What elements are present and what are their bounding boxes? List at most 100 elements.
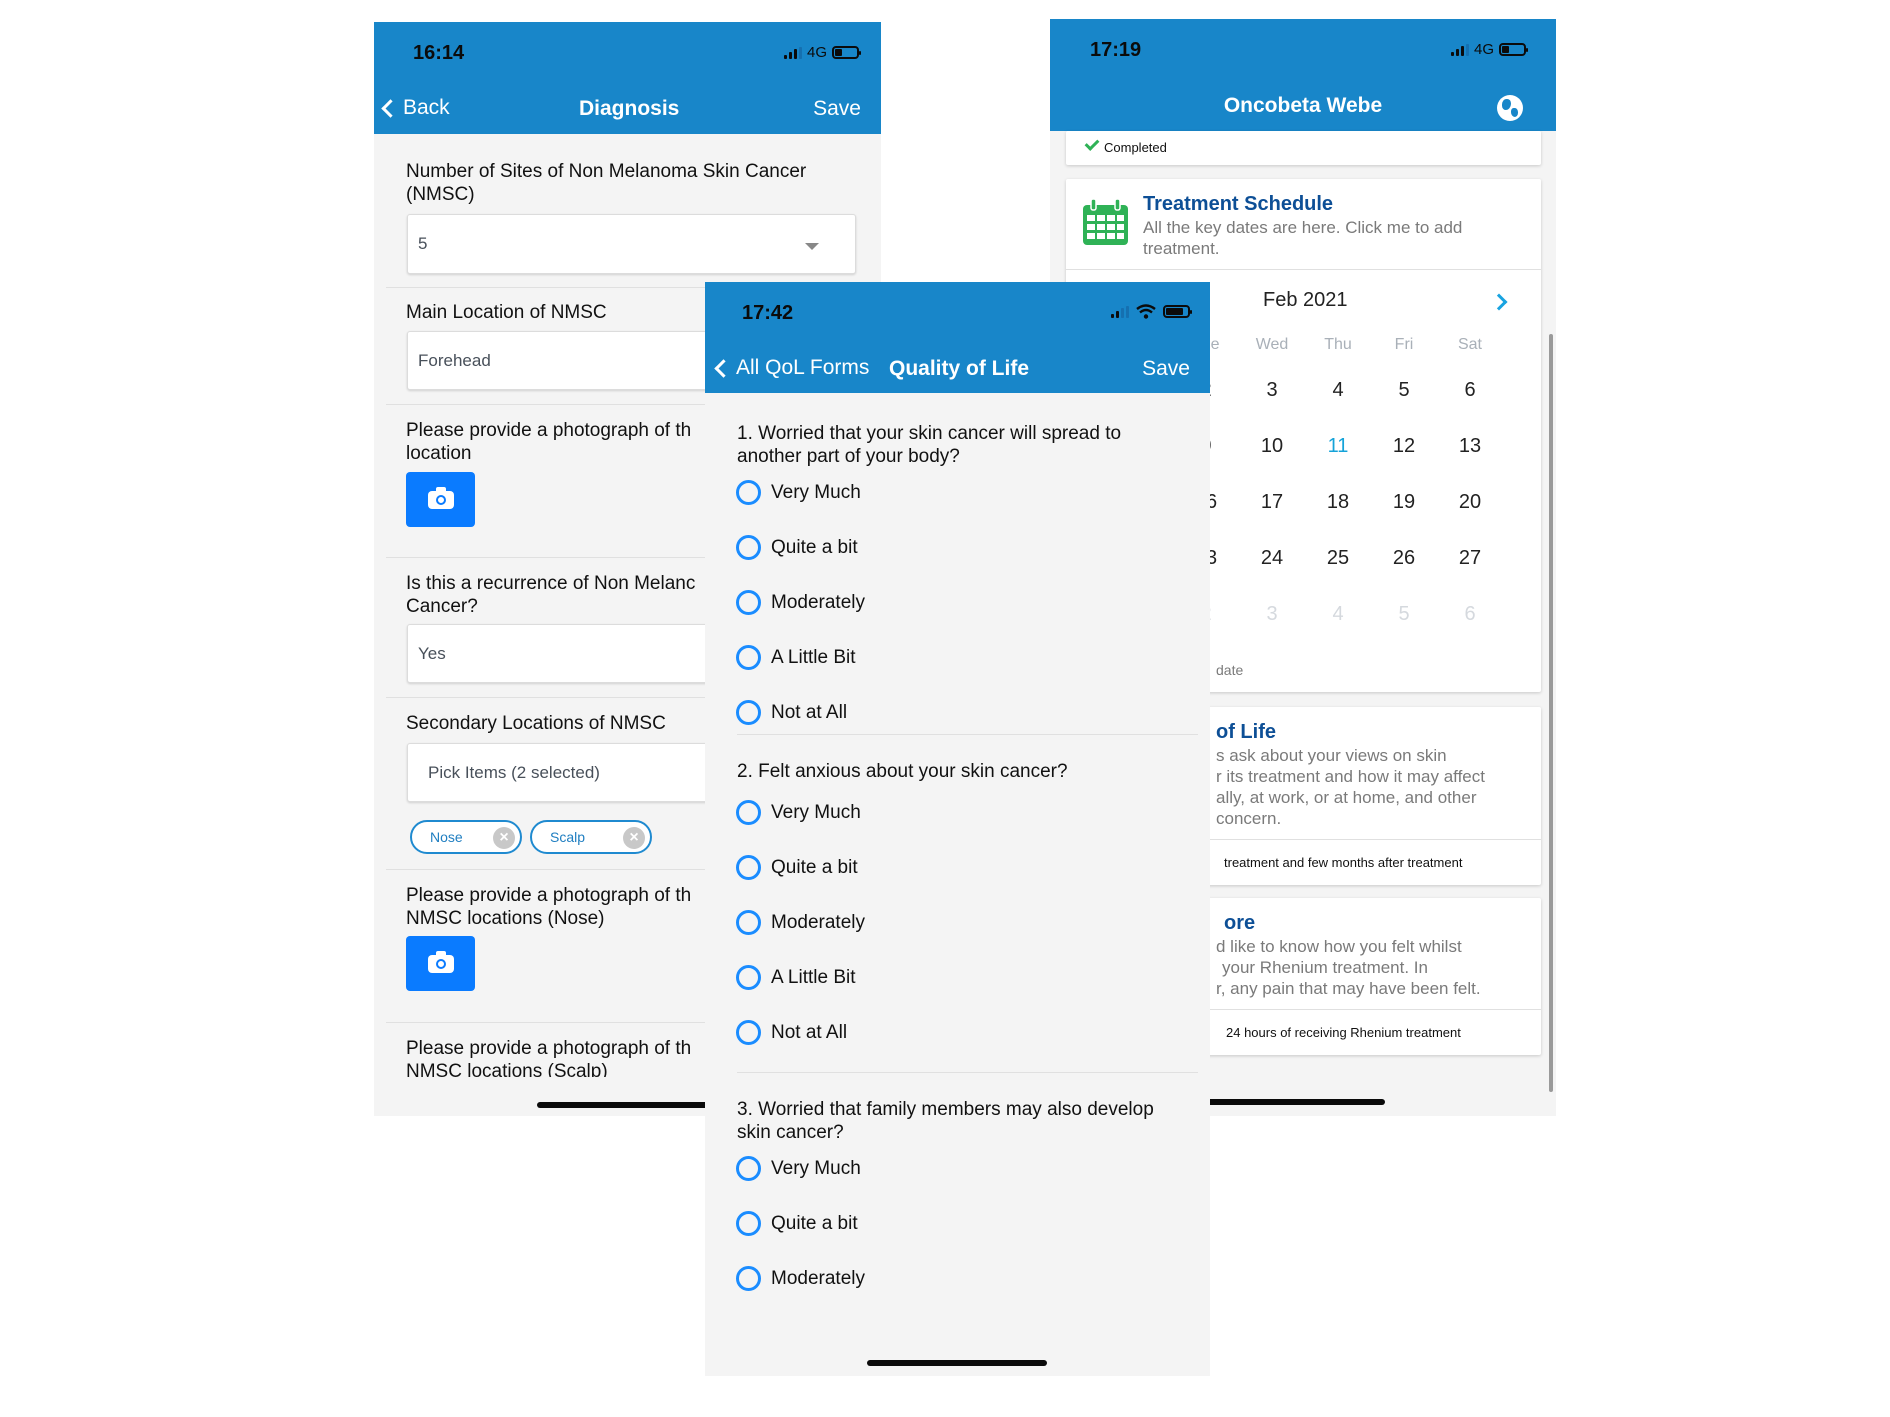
calendar-day[interactable]: 17 bbox=[1247, 491, 1297, 514]
qol-card-footer: treatment and few months after treatment bbox=[1224, 855, 1463, 870]
radio-button[interactable] bbox=[736, 800, 761, 825]
radio-button[interactable] bbox=[736, 1266, 761, 1291]
radio-button[interactable] bbox=[736, 1211, 761, 1236]
weekday-label: Sat bbox=[1457, 336, 1482, 353]
calendar-day[interactable]: 26 bbox=[1379, 547, 1429, 570]
scrollbar[interactable] bbox=[1549, 334, 1553, 1092]
calendar-day[interactable]: 12 bbox=[1379, 435, 1429, 458]
qol-desc-line: concern. bbox=[1216, 809, 1282, 828]
question-text: 1. Worried that your skin cancer will sp… bbox=[737, 423, 1122, 467]
battery-icon bbox=[832, 46, 861, 59]
answer-option[interactable]: Very Much bbox=[736, 480, 861, 505]
calendar-day[interactable]: 3 bbox=[1247, 603, 1297, 626]
answer-option[interactable]: Quite a bit bbox=[736, 1211, 858, 1236]
answer-option[interactable]: Not at All bbox=[736, 1020, 847, 1045]
answer-option[interactable]: Very Much bbox=[736, 800, 861, 825]
calendar-month-label: Feb 2021 bbox=[1263, 289, 1348, 311]
qol-header: 17:42 All QoL Forms Quality of Life Save bbox=[705, 282, 1210, 393]
battery-icon bbox=[1499, 43, 1528, 56]
calendar-day[interactable]: 11 bbox=[1313, 435, 1363, 458]
calendar-day[interactable]: 24 bbox=[1247, 547, 1297, 570]
status-icons: 4G bbox=[1450, 41, 1528, 58]
status-icons: 4G bbox=[783, 44, 861, 61]
answer-option[interactable]: A Little Bit bbox=[736, 965, 856, 990]
photo-nose-label: Please provide a photograph of th NMSC l… bbox=[406, 885, 692, 929]
qol-desc-line: s ask about your views on skin bbox=[1216, 746, 1447, 765]
score-desc-line: d like to know how you felt whilst bbox=[1216, 937, 1462, 956]
score-desc-line: your Rhenium treatment. In bbox=[1222, 958, 1428, 977]
remove-icon[interactable]: × bbox=[493, 827, 515, 849]
signal-icon bbox=[1450, 43, 1469, 56]
back-label: Back bbox=[403, 96, 450, 119]
answer-option[interactable]: Moderately bbox=[736, 1266, 865, 1291]
radio-button[interactable] bbox=[736, 855, 761, 880]
chip-scalp[interactable]: Scalp × bbox=[530, 820, 652, 854]
diagnosis-header: 16:14 4G Back Diagnosis Save bbox=[374, 22, 881, 134]
save-button[interactable]: Save bbox=[1142, 357, 1190, 381]
save-button[interactable]: Save bbox=[813, 97, 861, 121]
calendar-day[interactable]: 13 bbox=[1445, 435, 1495, 458]
completed-label: Completed bbox=[1104, 140, 1167, 155]
check-icon bbox=[1084, 136, 1100, 151]
answer-option[interactable]: Moderately bbox=[736, 590, 865, 615]
calendar-day[interactable]: 27 bbox=[1445, 547, 1495, 570]
answer-option[interactable]: A Little Bit bbox=[736, 645, 856, 670]
back-button[interactable]: Back bbox=[378, 96, 450, 120]
radio-button[interactable] bbox=[736, 1020, 761, 1045]
chip-nose[interactable]: Nose × bbox=[410, 820, 522, 854]
chevron-left-icon bbox=[381, 98, 400, 118]
score-card-footer: 24 hours of receiving Rhenium treatment bbox=[1226, 1025, 1461, 1040]
calendar-day[interactable]: 19 bbox=[1379, 491, 1429, 514]
option-label: Moderately bbox=[771, 911, 865, 933]
calendar-day[interactable]: 6 bbox=[1445, 603, 1495, 626]
calendar-day[interactable]: 3 bbox=[1247, 379, 1297, 402]
answer-option[interactable]: Not at All bbox=[736, 700, 847, 725]
answer-option[interactable]: Quite a bit bbox=[736, 535, 858, 560]
network-label: 4G bbox=[1473, 41, 1494, 58]
calendar-day[interactable]: 5 bbox=[1379, 379, 1429, 402]
radio-button[interactable] bbox=[736, 480, 761, 505]
qol-card-description: s ask about your views on skin r its tre… bbox=[1216, 745, 1536, 829]
radio-button[interactable] bbox=[736, 590, 761, 615]
radio-button[interactable] bbox=[736, 1156, 761, 1181]
option-label: A Little Bit bbox=[771, 646, 856, 668]
remove-icon[interactable]: × bbox=[623, 827, 645, 849]
calendar-day[interactable]: 6 bbox=[1445, 379, 1495, 402]
calendar-day[interactable]: 5 bbox=[1379, 603, 1429, 626]
qol-desc-line: r its treatment and how it may affect bbox=[1216, 767, 1485, 786]
qol-card-title: of Life bbox=[1216, 721, 1276, 743]
answer-option[interactable]: Moderately bbox=[736, 910, 865, 935]
radio-button[interactable] bbox=[736, 645, 761, 670]
photo-location-camera-button[interactable] bbox=[406, 472, 475, 527]
calendar-next-icon[interactable] bbox=[1490, 293, 1508, 311]
option-label: Very Much bbox=[771, 1157, 861, 1179]
calendar-day[interactable]: 10 bbox=[1247, 435, 1297, 458]
photo-nose-camera-button[interactable] bbox=[406, 936, 475, 991]
radio-button[interactable] bbox=[736, 700, 761, 725]
answer-option[interactable]: Quite a bit bbox=[736, 855, 858, 880]
back-label: All QoL Forms bbox=[736, 356, 870, 379]
back-button[interactable]: All QoL Forms bbox=[711, 356, 869, 380]
calendar-day[interactable]: 18 bbox=[1313, 491, 1363, 514]
radio-button[interactable] bbox=[736, 965, 761, 990]
quality-of-life-screen: 17:42 All QoL Forms Quality of Life Save… bbox=[705, 282, 1210, 1376]
weekday-label: Wed bbox=[1255, 336, 1289, 353]
page-title: Diagnosis bbox=[579, 97, 680, 120]
chevron-left-icon bbox=[714, 358, 733, 378]
calendar-day[interactable]: 4 bbox=[1313, 379, 1363, 402]
treatment-schedule-description: All the key dates are here. Click me to … bbox=[1143, 218, 1463, 258]
chip-label: Nose bbox=[430, 829, 463, 845]
radio-button[interactable] bbox=[736, 910, 761, 935]
completed-card[interactable]: Completed bbox=[1066, 131, 1541, 165]
treatment-schedule-title: Treatment Schedule bbox=[1143, 193, 1334, 215]
calendar-day[interactable]: 25 bbox=[1313, 547, 1363, 570]
calendar-day[interactable]: 20 bbox=[1445, 491, 1495, 514]
question-text: 3. Worried that family members may also … bbox=[737, 1099, 1154, 1143]
calendar-day[interactable]: 4 bbox=[1313, 603, 1363, 626]
globe-icon[interactable] bbox=[1497, 95, 1523, 121]
status-icons bbox=[1111, 304, 1192, 319]
num-sites-select[interactable]: 5 bbox=[407, 214, 856, 274]
radio-button[interactable] bbox=[736, 535, 761, 560]
answer-option[interactable]: Very Much bbox=[736, 1156, 861, 1181]
recurrence-label: Is this a recurrence of Non Melanc Cance… bbox=[406, 573, 696, 617]
